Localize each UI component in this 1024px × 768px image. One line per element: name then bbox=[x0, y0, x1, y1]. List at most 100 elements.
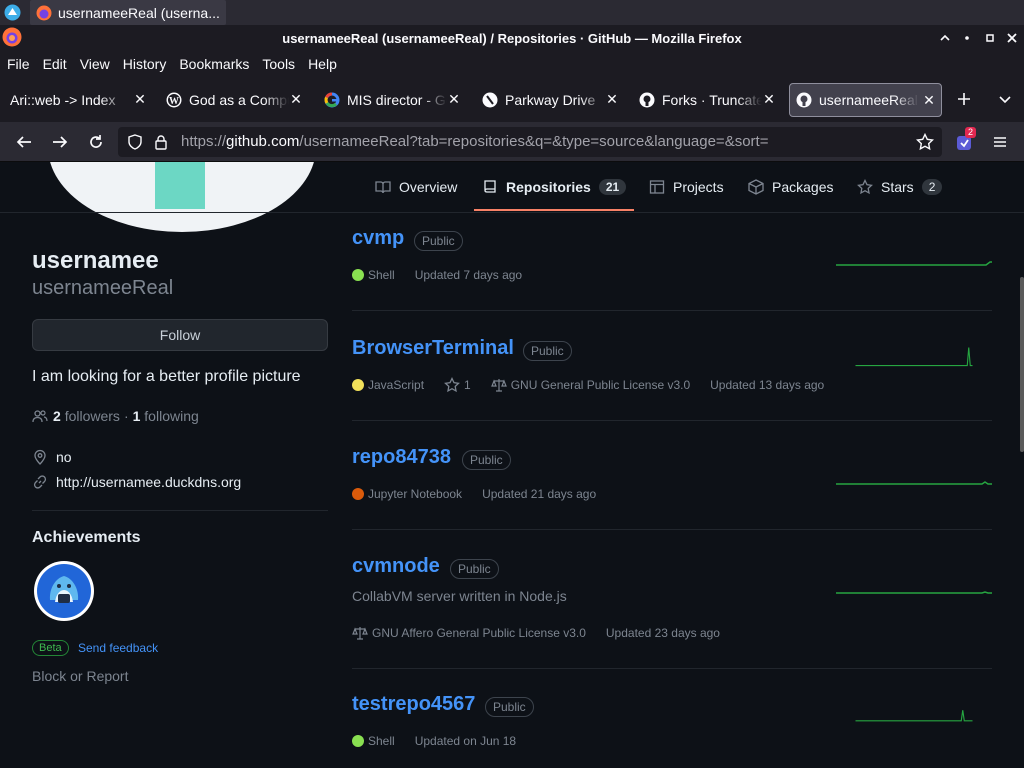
repo-icon bbox=[482, 179, 506, 195]
tab-stars[interactable]: Stars 2 bbox=[857, 176, 943, 198]
book-icon bbox=[375, 179, 399, 195]
followers-link[interactable]: 2 followers bbox=[53, 408, 120, 424]
tab-usernameereal[interactable]: usernameeReal (usernameeReal) ✕ bbox=[789, 83, 942, 117]
package-icon bbox=[748, 179, 772, 195]
menu-history[interactable]: History bbox=[123, 56, 167, 72]
follow-button[interactable]: Follow bbox=[32, 319, 328, 351]
repo-meta: Shell Updated on Jun 18 bbox=[352, 734, 536, 748]
reload-icon[interactable] bbox=[84, 130, 108, 154]
star-icon bbox=[444, 377, 464, 393]
extension-badge: 2 bbox=[965, 127, 977, 138]
repo-stars-link[interactable]: 1 bbox=[444, 377, 471, 393]
tab-mis-director[interactable]: MIS director - Google ✕ bbox=[316, 83, 466, 117]
tab-close-icon[interactable]: ✕ bbox=[921, 92, 937, 108]
tab-projects[interactable]: Projects bbox=[649, 176, 724, 198]
menu-edit[interactable]: Edit bbox=[43, 56, 67, 72]
avatar-identicon-block bbox=[155, 162, 205, 209]
tabs-divider bbox=[0, 212, 1024, 213]
firefox-logo-icon bbox=[2, 27, 22, 47]
visibility-badge: Public bbox=[462, 450, 511, 470]
hamburger-menu-icon[interactable] bbox=[988, 130, 1012, 154]
repo-language: Jupyter Notebook bbox=[352, 487, 462, 501]
tab-strip: Ari::web -> Index ✕ W God as a Computer … bbox=[0, 77, 1024, 122]
tab-title: Forks · Truncate bbox=[662, 92, 762, 108]
extension-icon[interactable]: 2 bbox=[953, 127, 977, 154]
system-menu-icon[interactable] bbox=[4, 4, 21, 21]
url-text[interactable]: https://github.com/usernameeReal?tab=rep… bbox=[181, 133, 768, 150]
tab-god-computer[interactable]: W God as a Computer ✕ bbox=[158, 83, 308, 117]
url-bar[interactable]: https://github.com/usernameeReal?tab=rep… bbox=[118, 127, 942, 157]
tab-close-icon[interactable]: ✕ bbox=[446, 91, 462, 107]
tab-close-icon[interactable]: ✕ bbox=[604, 91, 620, 107]
tab-forks-truncate[interactable]: Forks · Truncate ✕ bbox=[631, 83, 781, 117]
shark-achievement-icon bbox=[37, 564, 91, 618]
tab-close-icon[interactable]: ✕ bbox=[761, 91, 777, 107]
menu-tools[interactable]: Tools bbox=[262, 56, 295, 72]
tab-ariweb[interactable]: Ari::web -> Index ✕ bbox=[2, 83, 152, 117]
profile-website: http://usernamee.duckdns.org bbox=[32, 474, 241, 490]
tab-parkway-drive[interactable]: Parkway Drive ✕ bbox=[474, 83, 624, 117]
language-color-dot bbox=[352, 488, 364, 500]
url-host: github.com bbox=[226, 133, 300, 150]
table-icon bbox=[649, 179, 673, 195]
tab-title: Parkway Drive bbox=[505, 92, 596, 108]
repo-name-link[interactable]: cvmp bbox=[352, 227, 404, 250]
law-scale-icon bbox=[352, 625, 372, 641]
send-feedback-link[interactable]: Send feedback bbox=[78, 641, 158, 655]
language-name: Shell bbox=[368, 734, 395, 748]
navigation-bar: https://github.com/usernameeReal?tab=rep… bbox=[0, 122, 1024, 162]
repo-name-link[interactable]: cvmnode bbox=[352, 555, 440, 578]
window-maximize-icon[interactable] bbox=[979, 25, 1001, 51]
repo-description: CollabVM server written in Node.js bbox=[352, 588, 567, 604]
repo-name-link[interactable]: BrowserTerminal bbox=[352, 337, 514, 360]
back-arrow-icon[interactable] bbox=[12, 130, 36, 154]
activity-sparkline bbox=[836, 481, 992, 485]
menu-file[interactable]: File bbox=[7, 56, 30, 72]
activity-sparkline bbox=[855, 710, 973, 722]
repositories-counter: 21 bbox=[598, 179, 627, 195]
tab-packages[interactable]: Packages bbox=[748, 176, 833, 198]
language-name: JavaScript bbox=[368, 378, 425, 392]
achievement-badge[interactable] bbox=[34, 561, 94, 621]
link-icon bbox=[32, 474, 56, 490]
tab-close-icon[interactable]: ✕ bbox=[288, 91, 304, 107]
tab-repositories[interactable]: Repositories 21 bbox=[482, 176, 627, 198]
window-title: usernameeReal (usernameeReal) / Reposito… bbox=[282, 30, 742, 46]
following-link[interactable]: 1 following bbox=[133, 408, 199, 424]
window-close-icon[interactable] bbox=[1001, 25, 1023, 51]
menu-bookmarks[interactable]: Bookmarks bbox=[179, 56, 249, 72]
website-link[interactable]: http://usernamee.duckdns.org bbox=[56, 474, 241, 490]
following-count: 1 bbox=[132, 408, 141, 424]
block-or-report-link[interactable]: Block or Report bbox=[32, 668, 128, 684]
repo-updated: Updated 13 days ago bbox=[710, 378, 825, 392]
tab-close-icon[interactable]: ✕ bbox=[132, 91, 148, 107]
taskbar-firefox-entry[interactable]: usernameeReal (userna... bbox=[30, 0, 226, 25]
menu-view[interactable]: View bbox=[80, 56, 110, 72]
avatar[interactable] bbox=[48, 162, 316, 232]
page-scrollbar-thumb[interactable] bbox=[1020, 277, 1024, 452]
bookmark-star-icon[interactable] bbox=[916, 133, 934, 151]
shield-icon[interactable] bbox=[127, 134, 143, 150]
license-name: GNU Affero General Public License v3.0 bbox=[372, 626, 586, 640]
forward-arrow-icon[interactable] bbox=[48, 130, 72, 154]
menu-help[interactable]: Help bbox=[308, 56, 337, 72]
window-collapse-icon[interactable] bbox=[934, 25, 956, 51]
activity-sparkline bbox=[836, 591, 992, 594]
repo-meta: JavaScript 1 GNU General Public License … bbox=[352, 377, 844, 393]
repo-updated: Updated 21 days ago bbox=[482, 487, 597, 501]
repo-divider bbox=[352, 529, 992, 530]
tab-overview[interactable]: Overview bbox=[375, 176, 457, 198]
repo-name-link[interactable]: testrepo4567 bbox=[352, 693, 475, 716]
new-tab-icon[interactable] bbox=[953, 88, 975, 110]
followers-label: followers bbox=[64, 408, 120, 424]
tab-list-chevron-icon[interactable] bbox=[994, 88, 1016, 110]
profile-name: usernamee bbox=[32, 247, 159, 274]
profile-bio: I am looking for a better profile pictur… bbox=[32, 368, 301, 385]
repo-name-link[interactable]: repo84738 bbox=[352, 446, 451, 469]
people-icon bbox=[32, 408, 48, 424]
follow-stats: 2 followers · 1 following bbox=[32, 408, 199, 424]
repo-updated: Updated on Jun 18 bbox=[414, 734, 517, 748]
location-pin-icon bbox=[32, 449, 56, 465]
lock-icon[interactable] bbox=[153, 134, 169, 150]
window-minimize-icon[interactable] bbox=[956, 25, 978, 51]
